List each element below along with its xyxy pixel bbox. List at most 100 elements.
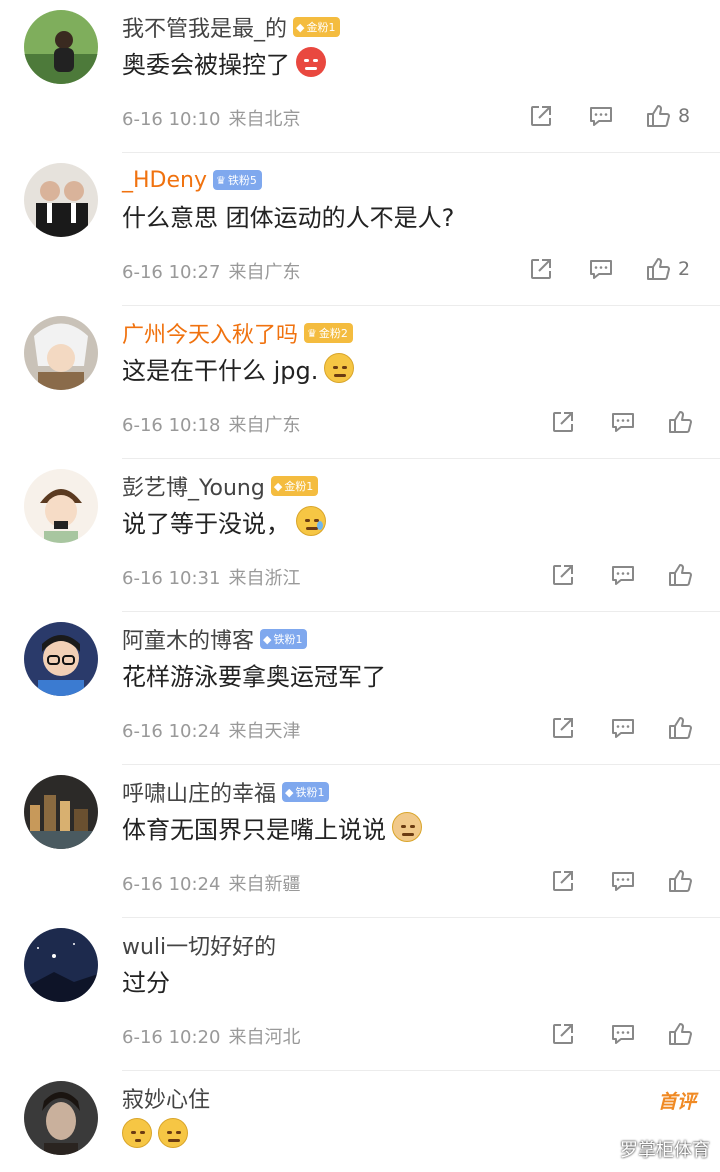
comment-icon — [612, 566, 634, 585]
crown-icon: ♛ — [307, 326, 317, 340]
location: 来自北京 — [228, 109, 301, 130]
like-button[interactable] — [666, 867, 700, 895]
like-button[interactable] — [666, 1020, 700, 1048]
comment-text-content: 体育无国界只是嘴上说说 — [122, 815, 386, 844]
sleepy-face-icon — [158, 1118, 188, 1148]
comment-text-content: 花样游泳要拿奥运冠军了 — [122, 662, 386, 691]
comment-meta: 6-16 10:24 来自天津 — [122, 717, 300, 743]
fan-badge: ◆ 金粉1 — [270, 476, 319, 496]
avatar[interactable] — [24, 469, 98, 543]
username-row: 呼啸山庄的幸福 ◆ 铁粉1 — [122, 775, 330, 809]
avatar[interactable] — [24, 10, 98, 84]
action-bar — [548, 404, 700, 440]
reply-button[interactable] — [608, 714, 638, 742]
comment-text-content: 什么意思 团体运动的人不是人? — [122, 203, 455, 232]
share-button[interactable] — [548, 714, 578, 742]
like-count: 2 — [678, 258, 691, 280]
avatar[interactable] — [24, 775, 98, 849]
reply-button[interactable] — [608, 408, 638, 436]
thinking-face-icon — [324, 353, 355, 383]
fan-badge-label: 金粉1 — [306, 21, 336, 34]
location: 来自广东 — [228, 415, 301, 436]
comment-text-content: 这是在干什么 jpg. — [122, 356, 319, 385]
username[interactable]: 广州今天入秋了吗 — [122, 317, 298, 349]
comment-item: 彭艺博_Young ◆ 金粉1 说了等于没说， 6-16 10:31 来自浙江 — [0, 459, 720, 612]
location: 来自浙江 — [228, 568, 301, 589]
username[interactable]: 寂妙心住 — [122, 1082, 210, 1114]
comment-text-content: 奥委会被操控了 — [122, 50, 290, 79]
fan-badge: ◆ 金粉1 — [293, 17, 341, 37]
comment-text: 过分 — [122, 960, 170, 1000]
comment-text: 什么意思 团体运动的人不是人? — [122, 195, 454, 235]
comment-text: 花样游泳要拿奥运冠军了 — [122, 654, 386, 694]
timestamp: 6-16 10:20 — [122, 1027, 221, 1048]
badge-gem-icon: ◆ — [296, 20, 305, 34]
comment-meta: 6-16 10:24 来自新疆 — [122, 870, 300, 896]
reply-button[interactable] — [608, 867, 638, 895]
username[interactable]: 我不管我是最_的 — [122, 11, 287, 43]
sweat-face-icon — [296, 506, 326, 536]
comment-meta: 6-16 10:31 来自浙江 — [122, 564, 300, 590]
comment-text — [122, 1113, 188, 1153]
location: 来自广东 — [228, 262, 301, 283]
username-row: 彭艺博_Young ◆ 金粉1 — [122, 469, 319, 503]
username[interactable]: 彭艺博_Young — [122, 470, 265, 502]
comment-item: 寂妙心住 首评 — [0, 1071, 720, 1172]
angry-face-icon — [296, 47, 326, 77]
action-bar — [548, 710, 700, 746]
share-button[interactable] — [548, 867, 578, 895]
share-button[interactable] — [526, 102, 556, 130]
comment-item: wuli一切好好的 过分 6-16 10:20 来自河北 — [0, 918, 720, 1071]
thumbs-up-icon — [669, 717, 692, 739]
action-bar: 8 — [526, 98, 690, 134]
timestamp: 6-16 10:27 — [122, 262, 221, 283]
comment-meta: 6-16 10:10 来自北京 — [122, 105, 300, 131]
share-icon — [531, 259, 551, 279]
username[interactable]: _HDeny — [122, 168, 207, 193]
thumbs-up-icon — [669, 411, 692, 433]
username[interactable]: wuli一切好好的 — [122, 929, 276, 961]
action-bar: 2 — [526, 251, 690, 287]
like-button[interactable] — [666, 561, 700, 589]
share-button[interactable] — [526, 255, 556, 283]
reply-button[interactable] — [586, 255, 616, 283]
like-button[interactable]: 2 — [644, 255, 690, 283]
username[interactable]: 阿童木的博客 — [122, 623, 254, 655]
action-bar — [548, 863, 700, 899]
share-button[interactable] — [548, 1020, 578, 1048]
like-button[interactable]: 8 — [644, 102, 690, 130]
comment-text-content: 说了等于没说， — [122, 509, 290, 538]
avatar[interactable] — [24, 163, 98, 237]
timestamp: 6-16 10:31 — [122, 568, 221, 589]
share-icon — [553, 718, 573, 738]
reply-button[interactable] — [586, 102, 616, 130]
username-row: 广州今天入秋了吗 ♛ 金粉2 — [122, 316, 353, 350]
like-count: 8 — [678, 105, 691, 127]
share-icon — [553, 871, 573, 891]
timestamp: 6-16 10:18 — [122, 415, 221, 436]
share-button[interactable] — [548, 408, 578, 436]
reply-button[interactable] — [608, 561, 638, 589]
location: 来自新疆 — [228, 874, 301, 895]
comment-icon — [612, 413, 634, 432]
share-button[interactable] — [548, 561, 578, 589]
timestamp: 6-16 10:24 — [122, 874, 221, 895]
share-icon — [553, 565, 573, 585]
like-button[interactable] — [666, 714, 700, 742]
avatar[interactable] — [24, 928, 98, 1002]
comment-item: 我不管我是最_的 ◆ 金粉1 奥委会被操控了 6-16 10:10 来自北京 8 — [0, 0, 720, 153]
username-row: 阿童木的博客 ◆ 铁粉1 — [122, 622, 308, 656]
doge-face-icon — [392, 812, 422, 842]
fan-badge-label: 铁粉5 — [227, 174, 257, 187]
watermark: 罗掌柜体育 — [620, 1140, 710, 1161]
avatar[interactable] — [24, 622, 98, 696]
comment-item: 广州今天入秋了吗 ♛ 金粉2 这是在干什么 jpg. 6-16 10:18 来自广东 — [0, 306, 720, 459]
avatar[interactable] — [24, 316, 98, 390]
fan-badge-label: 金粉2 — [318, 327, 348, 340]
reply-button[interactable] — [608, 1020, 638, 1048]
like-button[interactable] — [666, 408, 700, 436]
thumbs-up-icon — [669, 870, 692, 892]
username-row: 寂妙心住 — [122, 1081, 210, 1115]
username[interactable]: 呼啸山庄的幸福 — [122, 776, 276, 808]
avatar[interactable] — [24, 1081, 98, 1155]
